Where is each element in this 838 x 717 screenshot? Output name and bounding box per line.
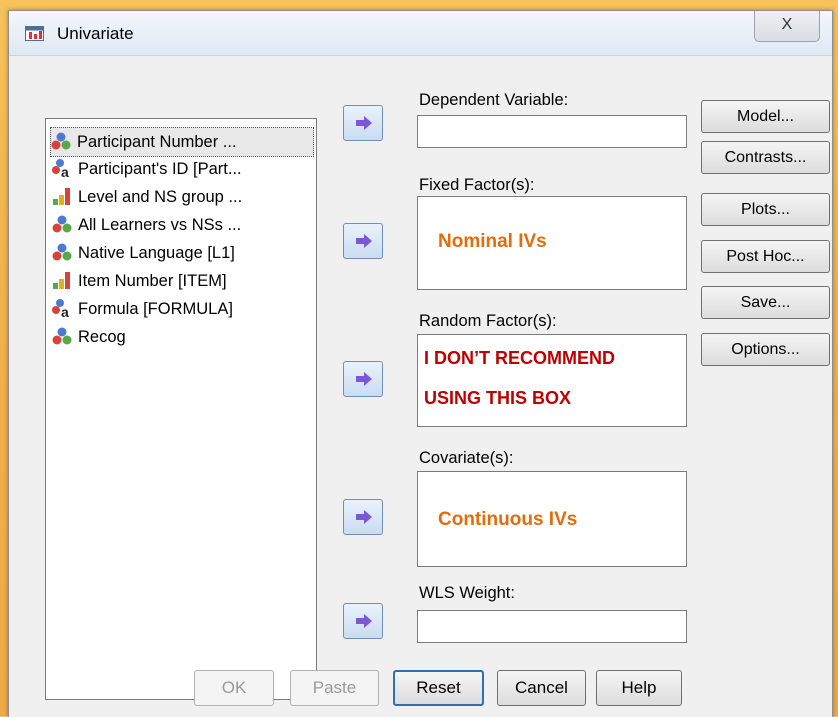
plots-button[interactable]: Plots... <box>701 193 830 226</box>
model-button[interactable]: Model... <box>701 100 830 133</box>
nominal-icon <box>52 243 72 261</box>
move-to-fixed-button[interactable] <box>343 223 383 259</box>
arrow-right-icon <box>356 614 372 628</box>
nominal-icon <box>51 132 71 150</box>
fixed-factors-note: Nominal IVs <box>438 231 547 252</box>
random-factors-note-line2: USING THIS BOX <box>424 388 572 408</box>
random-factors-label: Random Factor(s): <box>419 312 557 330</box>
move-to-wls-button[interactable] <box>343 603 383 639</box>
covariates-note: Continuous IVs <box>438 509 578 530</box>
close-icon: X <box>781 16 793 33</box>
cancel-button[interactable]: Cancel <box>497 670 586 706</box>
source-variable-list[interactable]: Participant Number ... a Participant's ID… <box>45 118 317 700</box>
ok-button[interactable]: OK <box>194 670 274 706</box>
covariates-list[interactable]: Continuous IVs <box>417 471 687 567</box>
move-to-dependent-button[interactable] <box>343 105 383 141</box>
move-to-covariate-button[interactable] <box>343 499 383 535</box>
univariate-dialog: Univariate X Participant Number ... a Par… <box>8 10 833 717</box>
move-to-random-button[interactable] <box>343 361 383 397</box>
list-item[interactable]: Participant Number ... <box>50 127 314 157</box>
close-button[interactable]: X <box>754 11 820 42</box>
arrow-right-icon <box>356 510 372 524</box>
wls-weight-label: WLS Weight: <box>419 584 515 602</box>
options-button[interactable]: Options... <box>701 333 830 366</box>
arrow-right-icon <box>356 234 372 248</box>
dialog-title: Univariate <box>57 24 134 43</box>
contrasts-button[interactable]: Contrasts... <box>701 141 830 174</box>
list-item[interactable]: Level and NS group ... <box>52 183 242 211</box>
title-bar: Univariate X <box>9 11 832 56</box>
help-button[interactable]: Help <box>596 670 682 706</box>
list-item[interactable]: Recog <box>52 323 126 351</box>
list-item[interactable]: a Formula [FORMULA] <box>52 295 233 323</box>
dependent-variable-label: Dependent Variable: <box>419 91 569 109</box>
svg-text:a: a <box>61 304 69 318</box>
paste-button[interactable]: Paste <box>290 670 379 706</box>
list-item[interactable]: Native Language [L1] <box>52 239 235 267</box>
nominal-string-icon: a <box>52 299 69 318</box>
ordinal-icon <box>53 272 70 289</box>
arrow-right-icon <box>356 372 372 386</box>
nominal-icon <box>52 215 72 233</box>
list-item[interactable]: a Participant's ID [Part... <box>52 155 242 183</box>
random-factors-list[interactable]: I DON’T RECOMMEND USING THIS BOX <box>417 334 687 427</box>
fixed-factors-label: Fixed Factor(s): <box>419 176 535 194</box>
list-item[interactable]: All Learners vs NSs ... <box>52 211 241 239</box>
dependent-variable-field[interactable] <box>417 115 687 148</box>
random-factors-note-line1: I DON’T RECOMMEND <box>424 348 615 368</box>
svg-text:a: a <box>61 164 69 178</box>
nominal-string-icon: a <box>52 159 69 178</box>
list-item[interactable]: Item Number [ITEM] <box>52 267 227 295</box>
post-hoc-button[interactable]: Post Hoc... <box>701 240 830 273</box>
reset-button[interactable]: Reset <box>393 670 484 706</box>
arrow-right-icon <box>356 116 372 130</box>
nominal-icon <box>52 327 72 345</box>
ordinal-icon <box>53 188 70 205</box>
wls-weight-field[interactable] <box>417 610 687 643</box>
univariate-app-icon <box>25 26 44 41</box>
covariates-label: Covariate(s): <box>419 449 514 467</box>
save-button[interactable]: Save... <box>701 286 830 319</box>
fixed-factors-list[interactable]: Nominal IVs <box>417 196 687 290</box>
